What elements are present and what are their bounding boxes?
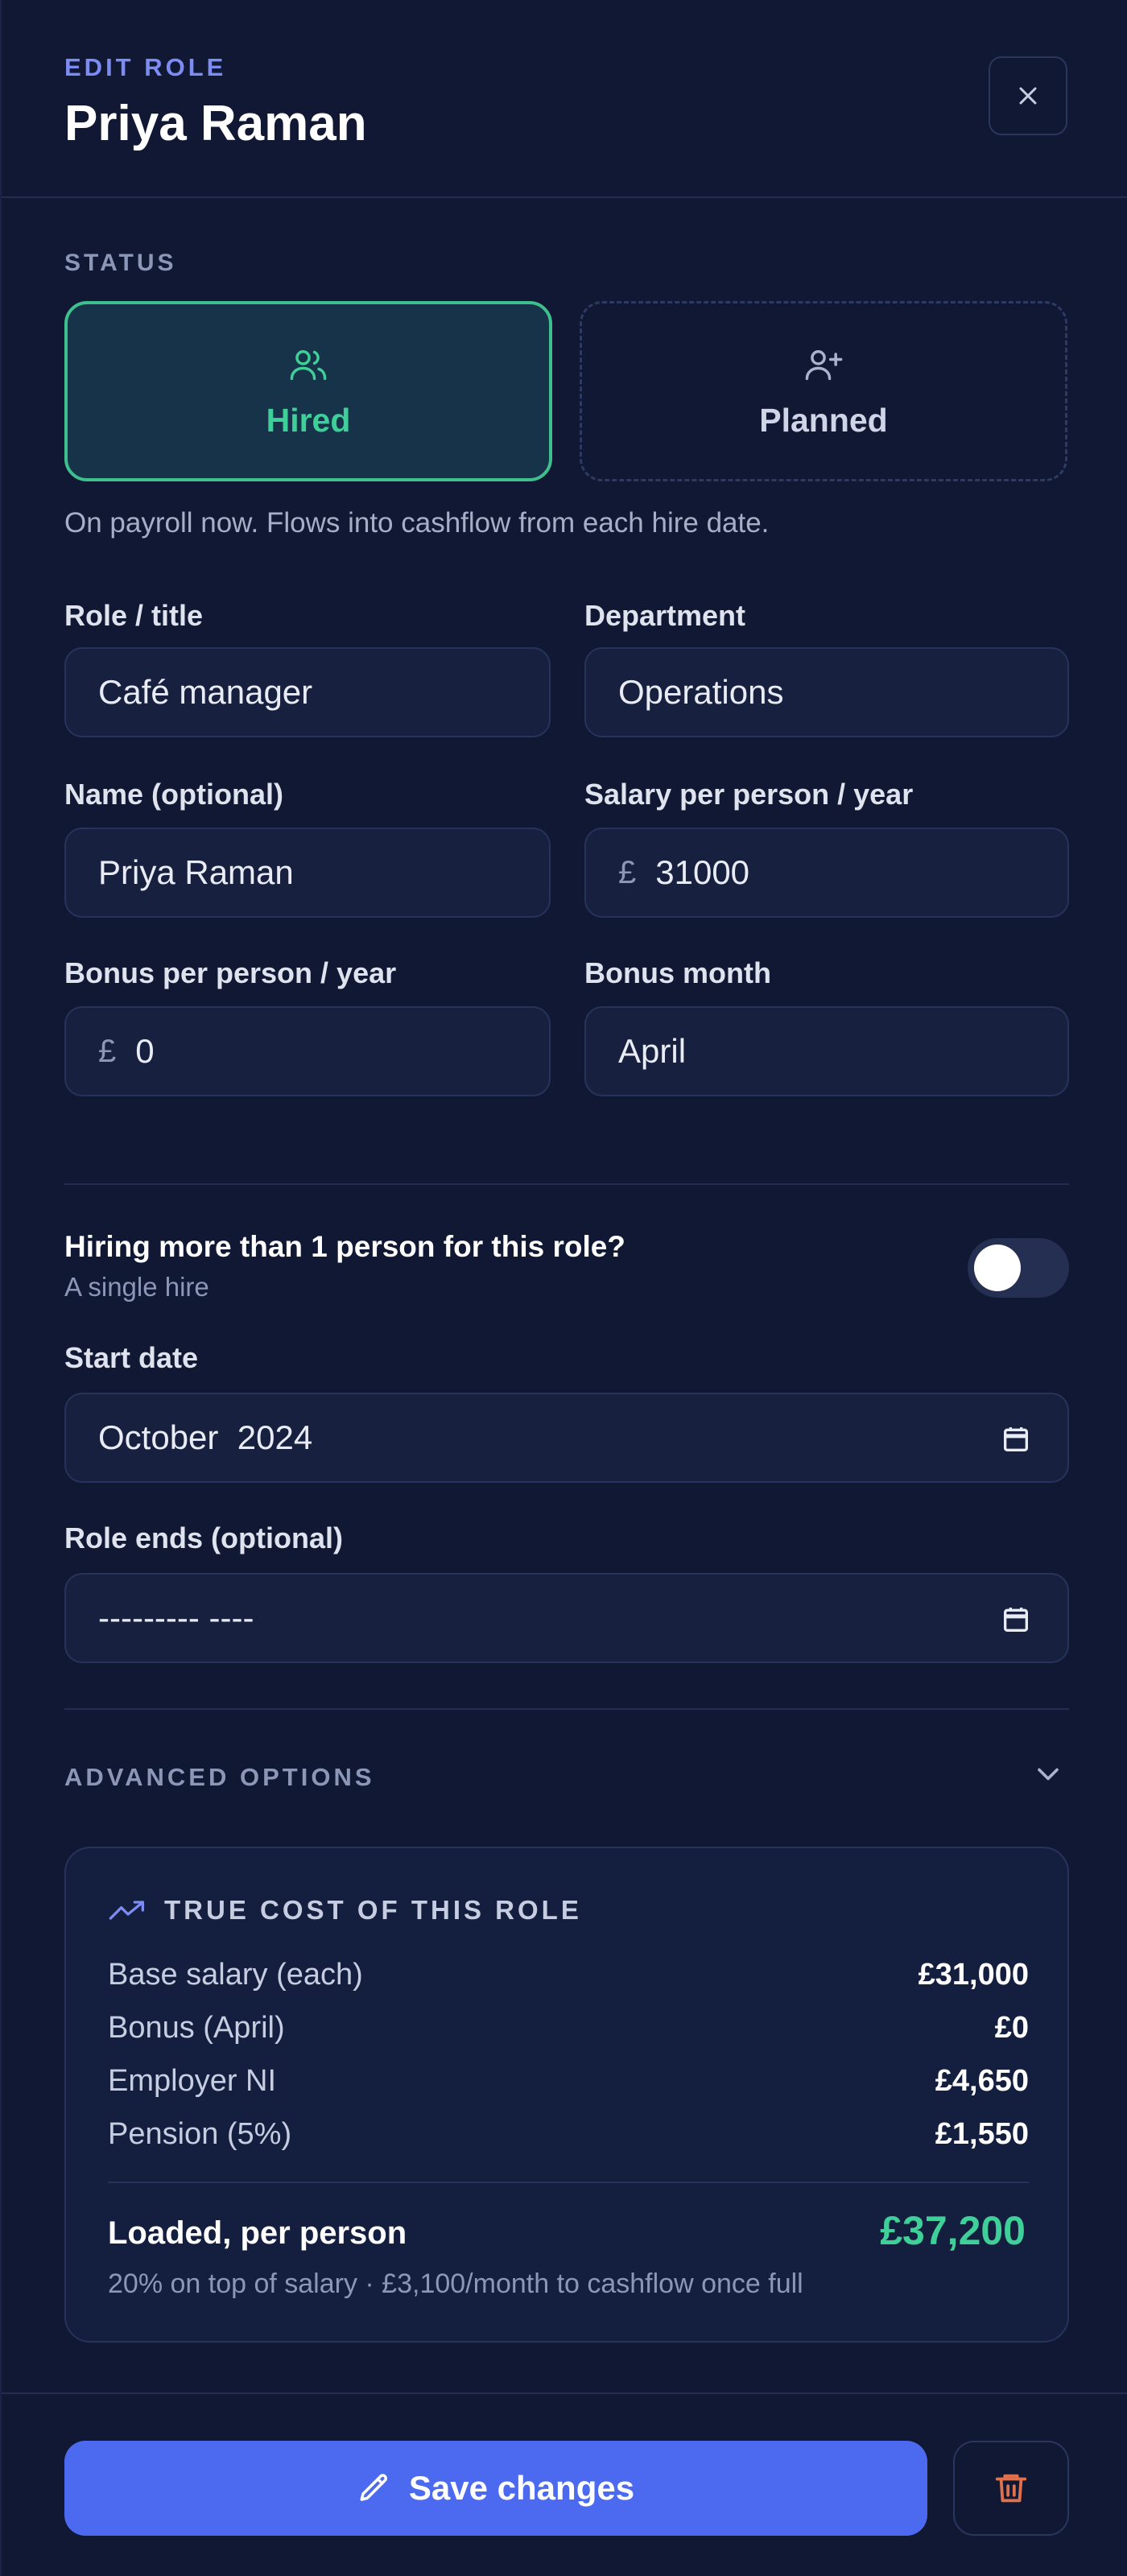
panel-footer: Save changes (2, 2392, 1127, 2576)
cost-value: £0 (994, 2011, 1029, 2045)
cost-row: Employer NI £4,650 (108, 2064, 1029, 2099)
cost-row: Pension (5%) £1,550 (108, 2117, 1029, 2152)
edit-role-panel: EDIT ROLE Priya Raman STATUS Hired Plann… (0, 0, 1127, 2576)
section-divider (64, 1183, 1069, 1185)
multi-hire-title: Hiring more than 1 person for this role? (64, 1230, 625, 1263)
true-cost-card: TRUE COST OF THIS ROLE Base salary (each… (64, 1847, 1069, 2343)
page-title: Priya Raman (64, 96, 367, 151)
salary-value: 31000 (655, 853, 750, 891)
status-option-label: Hired (266, 401, 351, 439)
end-date-input[interactable]: --------- ---- (64, 1573, 1069, 1663)
cost-value: £1,550 (935, 2117, 1029, 2151)
trending-up-icon (109, 1901, 144, 1920)
trash-icon (995, 2474, 1027, 2503)
start-date-value: October 2024 (98, 1418, 313, 1456)
salary-label: Salary per person / year (584, 778, 914, 811)
bonus-month-select[interactable]: April (584, 1006, 1069, 1096)
cost-row: Bonus (April) £0 (108, 2011, 1029, 2046)
department-value: Operations (618, 673, 784, 711)
cost-row: Base salary (each) £31,000 (108, 1958, 1029, 1992)
calendar-icon[interactable] (1000, 1423, 1032, 1455)
pencil-icon (360, 2474, 387, 2501)
status-option-planned[interactable]: Planned (580, 301, 1067, 481)
currency-symbol: £ (98, 1033, 117, 1069)
status-section-label: STATUS (64, 250, 177, 276)
salary-input[interactable]: £ 31000 (584, 828, 1069, 918)
panel-header: EDIT ROLE Priya Raman (2, 0, 1127, 198)
save-button-label: Save changes (408, 2469, 635, 2507)
department-label: Department (584, 599, 746, 632)
end-date-value: --------- ---- (98, 1599, 254, 1637)
true-cost-header: TRUE COST OF THIS ROLE (108, 1895, 582, 1926)
role-title-input[interactable]: Café manager (64, 647, 551, 737)
cost-value: £31,000 (918, 1958, 1029, 1992)
calendar-icon[interactable] (1000, 1604, 1032, 1636)
eyebrow-label: EDIT ROLE (64, 53, 227, 81)
toggle-knob (974, 1245, 1021, 1291)
start-date-input[interactable]: October 2024 (64, 1393, 1069, 1483)
role-title-label: Role / title (64, 599, 204, 632)
bonus-label: Bonus per person / year (64, 956, 397, 989)
save-changes-button[interactable]: Save changes (64, 2441, 927, 2536)
department-select[interactable]: Operations (584, 647, 1069, 737)
status-hint: On payroll now. Flows into cashflow from… (64, 507, 770, 539)
bonus-month-label: Bonus month (584, 956, 771, 989)
multi-hire-toggle[interactable] (968, 1238, 1069, 1298)
cost-label: Base salary (each) (108, 1958, 363, 1992)
multi-hire-subtitle: A single hire (64, 1272, 209, 1302)
close-icon (1019, 87, 1037, 105)
users-icon (290, 349, 327, 380)
bonus-input[interactable]: £ 0 (64, 1006, 551, 1096)
status-option-label: Planned (759, 401, 888, 439)
cost-label: Pension (5%) (108, 2117, 292, 2151)
start-date-label: Start date (64, 1341, 199, 1374)
advanced-options-toggle[interactable]: ADVANCED OPTIONS (64, 1763, 375, 1792)
cost-divider (108, 2182, 1029, 2183)
delete-button[interactable] (953, 2441, 1069, 2536)
loaded-cost-note: 20% on top of salary · £3,100/month to c… (108, 2268, 803, 2299)
user-plus-icon (805, 349, 843, 380)
currency-symbol: £ (618, 854, 637, 890)
bonus-month-value: April (618, 1032, 687, 1070)
bonus-value: 0 (135, 1032, 155, 1070)
loaded-cost-label: Loaded, per person (108, 2215, 407, 2251)
cost-label: Bonus (April) (108, 2011, 285, 2045)
close-button[interactable] (989, 56, 1067, 135)
section-divider (64, 1708, 1069, 1710)
status-option-hired[interactable]: Hired (64, 301, 552, 481)
name-label: Name (optional) (64, 778, 284, 811)
end-date-label: Role ends (optional) (64, 1521, 343, 1554)
cost-value: £4,650 (935, 2064, 1029, 2098)
true-cost-title: TRUE COST OF THIS ROLE (164, 1895, 582, 1925)
cost-label: Employer NI (108, 2064, 277, 2098)
name-input[interactable]: Priya Raman (64, 828, 551, 918)
name-value: Priya Raman (98, 853, 294, 891)
loaded-cost-value: £37,200 (880, 2208, 1026, 2253)
role-title-value: Café manager (98, 673, 313, 711)
chevron-down-icon[interactable] (1030, 1757, 1066, 1792)
